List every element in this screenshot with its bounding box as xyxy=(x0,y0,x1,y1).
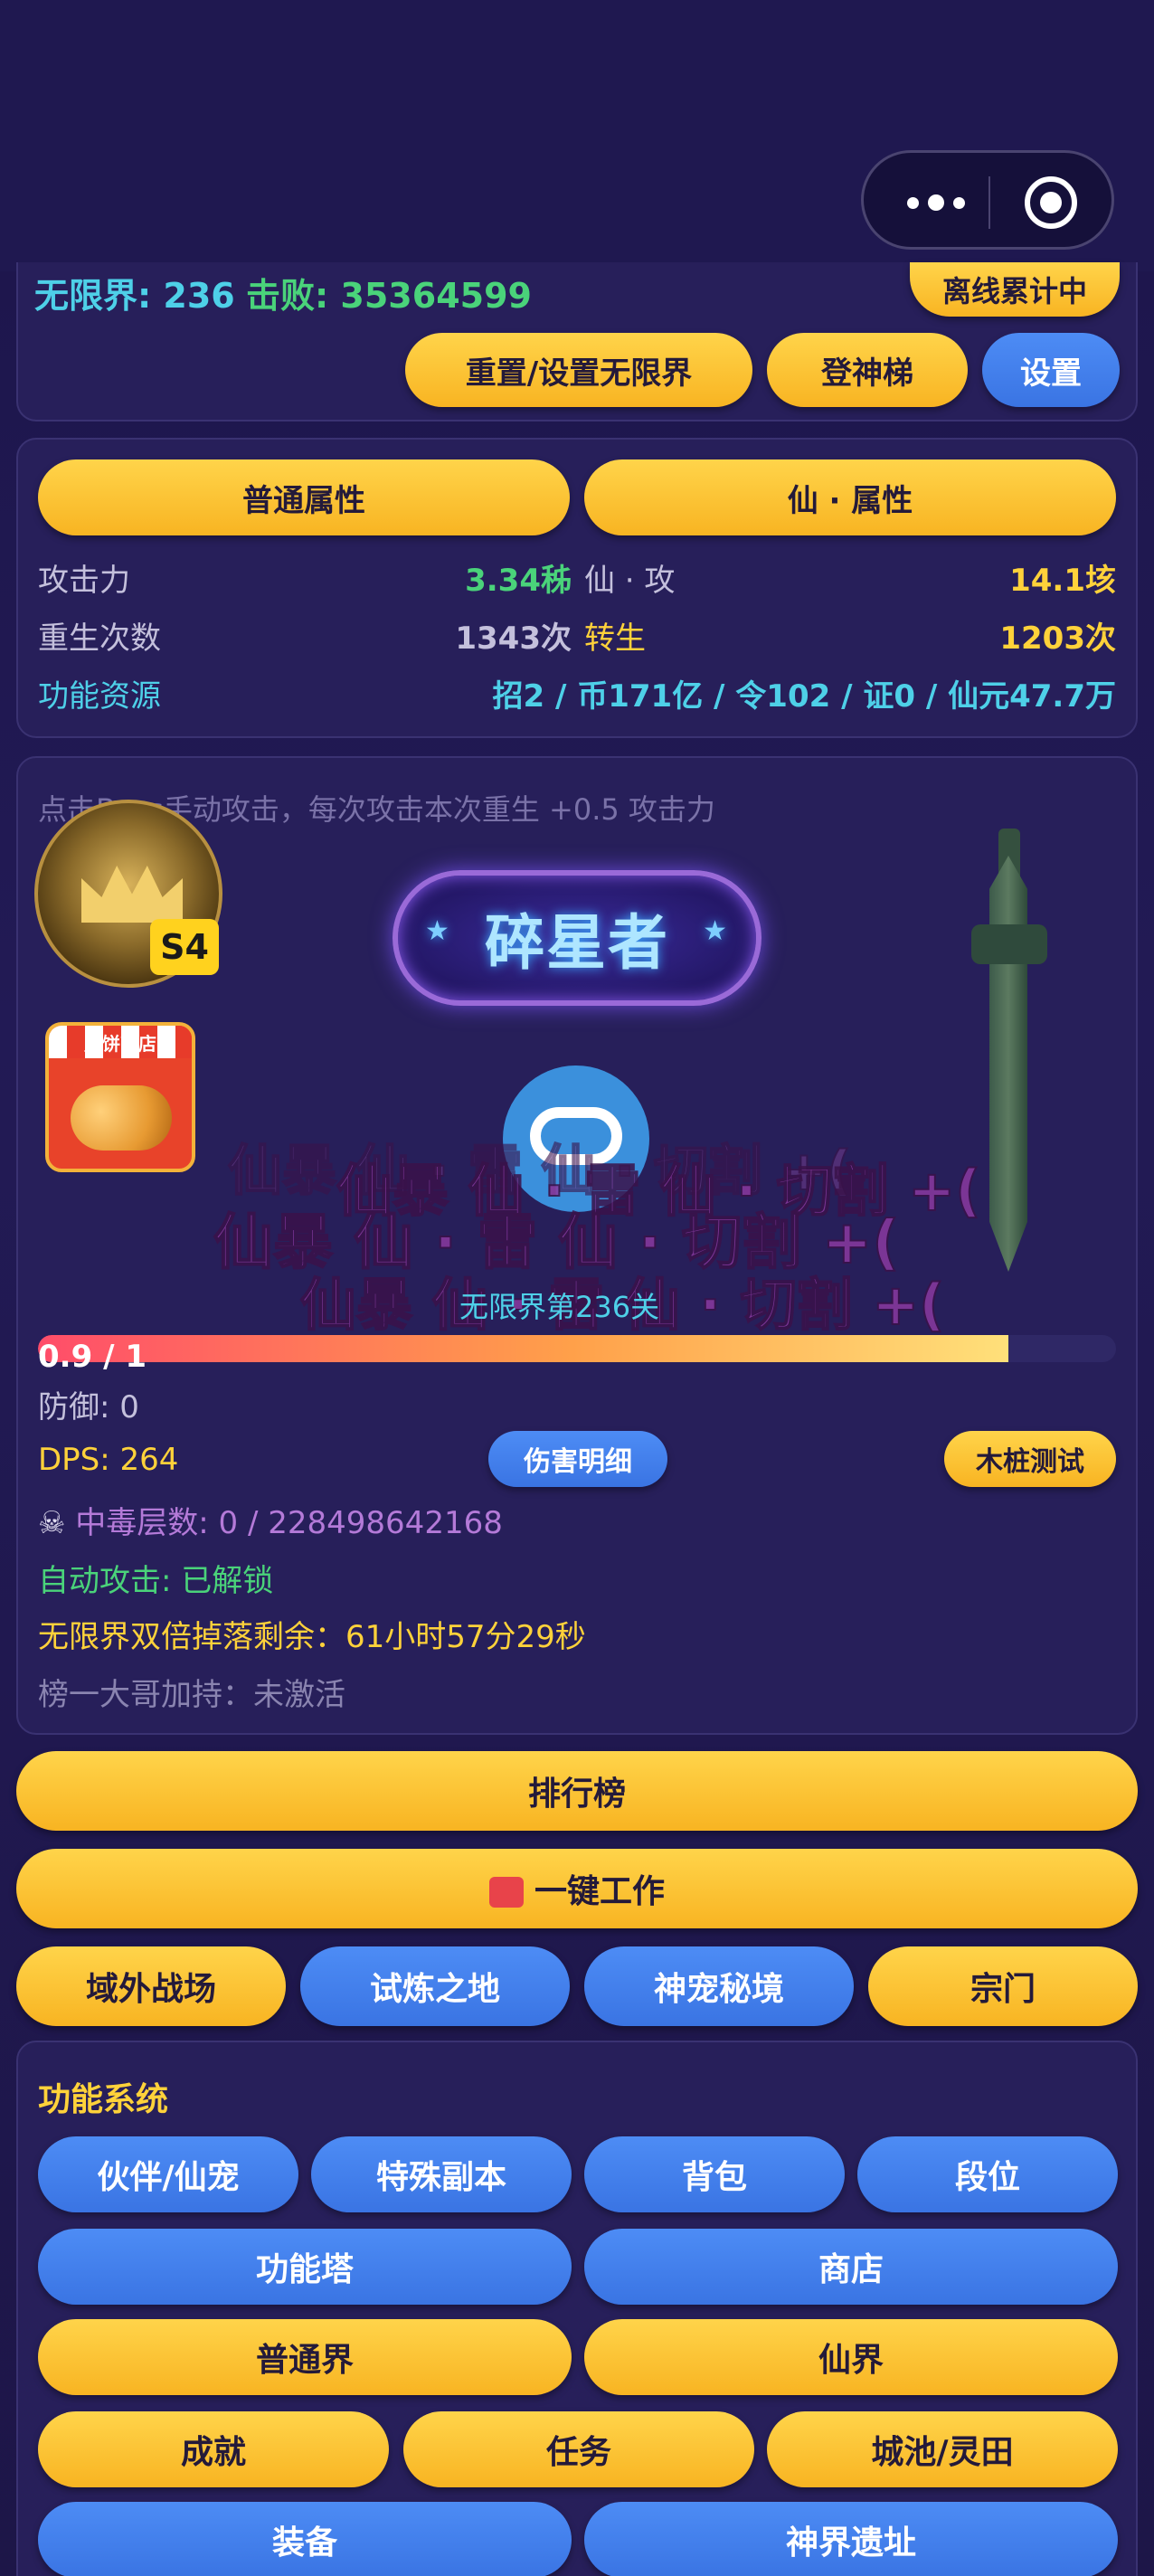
xian-attack-label: 仙 · 攻 xyxy=(584,563,676,599)
shop-label: 月饼商店 xyxy=(84,1033,156,1055)
backpack-button[interactable]: 背包 xyxy=(584,2136,845,2212)
settings-button[interactable]: 设置 xyxy=(982,333,1120,407)
attack-value: 3.34秭 xyxy=(465,563,572,599)
equipment-button[interactable]: 装备 xyxy=(38,2502,572,2576)
top-bar xyxy=(0,0,1154,271)
rebirth-value: 1343次 xyxy=(455,620,572,657)
more-dots-icon[interactable] xyxy=(894,180,978,225)
reset-wuxian-button[interactable]: 重置/设置无限界 xyxy=(405,333,752,407)
toolbox-icon xyxy=(488,1877,524,1908)
systems-title: 功能系统 xyxy=(38,2081,169,2118)
achievement-button[interactable]: 成就 xyxy=(38,2411,389,2487)
tab-normal-attributes[interactable]: 普通属性 xyxy=(38,459,570,535)
normal-realm-button[interactable]: 普通界 xyxy=(38,2319,572,2395)
poison-row: ☠ 中毒层数: 0 / 228498642168 xyxy=(38,1498,503,1542)
sword-icon xyxy=(989,856,1027,1272)
one-click-work-label: 一键工作 xyxy=(534,1873,665,1910)
attack-label: 攻击力 xyxy=(38,563,130,599)
shop-button[interactable]: 商店 xyxy=(584,2229,1118,2305)
dps-text: DPS: 264 xyxy=(38,1442,179,1478)
damage-detail-button[interactable]: 伤害明细 xyxy=(488,1431,667,1487)
auto-attack-text: 自动攻击: 已解锁 xyxy=(38,1563,274,1599)
defense-text: 防御: 0 xyxy=(38,1389,139,1425)
outland-battle-button[interactable]: 域外战场 xyxy=(16,1946,286,2026)
pet-realm-button[interactable]: 神宠秘境 xyxy=(584,1946,854,2026)
divine-ruins-button[interactable]: 神界遗址 xyxy=(584,2502,1118,2576)
rebirth-label: 重生次数 xyxy=(38,620,161,657)
double-drop-text: 无限界双倍掉落剩余：61小时57分29秒 xyxy=(38,1619,586,1655)
city-field-button[interactable]: 城池/灵田 xyxy=(767,2411,1118,2487)
title-banner-text: 碎星者 xyxy=(485,908,669,978)
special-dungeon-button[interactable]: 特殊副本 xyxy=(311,2136,572,2212)
capsule-divider xyxy=(988,176,990,229)
target-icon[interactable] xyxy=(1025,176,1077,229)
ranking-button[interactable]: 排行榜 xyxy=(16,1751,1138,1831)
app-page: 无限界: 236 击败: 35364599 离线累计中 重置/设置无限界 登神梯… xyxy=(0,0,1154,2576)
mooncake-shop-icon[interactable]: 月饼商店 xyxy=(45,1022,195,1172)
ladder-button[interactable]: 登神梯 xyxy=(767,333,968,407)
hp-text: 0.9 / 1 xyxy=(38,1339,147,1375)
tab-xian-attributes[interactable]: 仙 · 属性 xyxy=(584,459,1116,535)
xian-attack-value: 14.1垓 xyxy=(1009,563,1116,599)
systems-card xyxy=(16,2041,1138,2576)
defeat-label: 击败: 35364599 xyxy=(246,276,532,316)
task-button[interactable]: 任务 xyxy=(403,2411,754,2487)
reincarnation-label: 转生 xyxy=(584,620,646,657)
mini-program-capsule xyxy=(861,150,1114,250)
reincarnation-value: 1203次 xyxy=(999,620,1116,657)
boss-hp-bar xyxy=(38,1335,1116,1362)
resource-label: 功能资源 xyxy=(38,678,161,715)
stage-sub: 无限界第236关 xyxy=(459,1290,660,1324)
wuxian-label: 无限界: 236 xyxy=(34,276,235,316)
top-bonus-text: 榜一大哥加持：未激活 xyxy=(38,1677,345,1713)
one-click-work-button[interactable]: 一键工作 xyxy=(16,1849,1138,1928)
immortal-realm-button[interactable]: 仙界 xyxy=(584,2319,1118,2395)
sword-guard xyxy=(971,924,1047,964)
title-banner: ★ ★ 碎星者 xyxy=(393,870,761,1006)
skull-icon: ☠ xyxy=(38,1505,76,1541)
rank-tier-button[interactable]: 段位 xyxy=(857,2136,1118,2212)
dummy-test-button[interactable]: 木桩测试 xyxy=(944,1431,1116,1487)
poison-text: 中毒层数: 0 / 228498642168 xyxy=(75,1505,503,1541)
partner-pet-button[interactable]: 伙伴/仙宠 xyxy=(38,2136,298,2212)
resource-value: 招2 / 币171亿 / 令102 / 证0 / 仙元47.7万 xyxy=(492,678,1116,715)
trial-land-button[interactable]: 试炼之地 xyxy=(300,1946,570,2026)
function-tower-button[interactable]: 功能塔 xyxy=(38,2229,572,2305)
offline-badge: 离线累计中 xyxy=(910,262,1120,317)
season-badge: S4 xyxy=(150,919,219,975)
sect-button[interactable]: 宗门 xyxy=(868,1946,1138,2026)
